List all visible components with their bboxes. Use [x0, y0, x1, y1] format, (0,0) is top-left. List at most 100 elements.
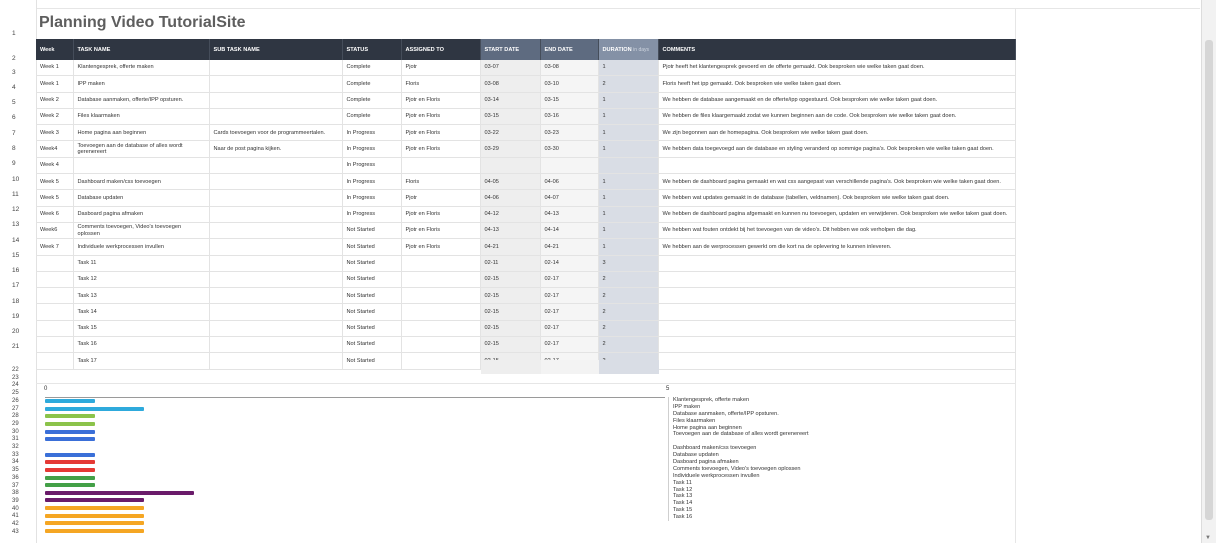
cell-sub-task[interactable]	[209, 303, 343, 321]
cell-sub-task[interactable]	[209, 60, 343, 77]
scrollbar-thumb[interactable]	[1205, 40, 1213, 520]
cell-task-name[interactable]: Comments toevoegen, Video's toevoegen op…	[73, 222, 210, 240]
chart-bar[interactable]	[45, 421, 95, 426]
cell-task-name[interactable]: Dashboard maken/css toevoegen	[73, 173, 210, 191]
cell-sub-task[interactable]: Naar de post pagina kijken.	[209, 140, 343, 158]
cell-comment[interactable]	[658, 303, 1016, 321]
cell-comment[interactable]	[658, 157, 1016, 175]
cell-start-date[interactable]: 04-05	[480, 173, 541, 191]
cell-duration[interactable]: 2	[598, 320, 659, 338]
vertical-scrollbar[interactable]: ▼	[1201, 0, 1216, 543]
cell-task-name[interactable]: IPP maken	[73, 75, 210, 93]
cell-start-date[interactable]: 02-15	[480, 287, 541, 305]
cell-task-name[interactable]: Task 13	[73, 287, 210, 305]
chart-bar[interactable]	[45, 399, 95, 403]
cell-duration[interactable]	[598, 157, 659, 175]
cell-comment[interactable]	[658, 352, 1016, 370]
chart-bar[interactable]	[45, 483, 95, 488]
cell-task-name[interactable]: Task 14	[73, 303, 210, 321]
cell-comment[interactable]	[658, 336, 1016, 354]
cell-task-name[interactable]: Database updaten	[73, 189, 210, 207]
chart-bar[interactable]	[45, 452, 95, 457]
cell-task-name[interactable]: Task 11	[73, 255, 210, 272]
cell-status[interactable]: Not Started	[342, 287, 402, 305]
cell-sub-task[interactable]	[209, 92, 343, 109]
cell-assigned-to[interactable]: Pjotr	[401, 60, 481, 77]
cell-status[interactable]: Not Started	[342, 238, 402, 256]
gantt-chart-area[interactable]	[36, 383, 1016, 544]
cell-end-date[interactable]	[540, 157, 599, 175]
header-sub-task-name[interactable]: SUB TASK NAME	[209, 39, 343, 60]
cell-sub-task[interactable]	[209, 222, 343, 240]
cell-week[interactable]	[36, 255, 74, 272]
cell-start-date[interactable]: 04-13	[480, 222, 541, 240]
cell-sub-task[interactable]	[209, 75, 343, 93]
cell-assigned-to[interactable]: Floris	[401, 173, 481, 191]
cell-duration[interactable]: 1	[598, 108, 659, 126]
cell-start-date[interactable]: 04-21	[480, 238, 541, 256]
cell-start-date[interactable]: 04-06	[480, 189, 541, 207]
cell-week[interactable]	[36, 271, 74, 289]
cell-start-date[interactable]	[480, 157, 541, 175]
cell-assigned-to[interactable]	[401, 157, 481, 175]
cell-assigned-to[interactable]: Pjotr en Floris	[401, 124, 481, 142]
cell-task-name[interactable]	[73, 157, 210, 175]
cell-week[interactable]: Week 7	[36, 238, 74, 256]
cell-week[interactable]: Week 1	[36, 75, 74, 93]
cell-week[interactable]: Week 4	[36, 157, 74, 175]
cell-week[interactable]: Week 1	[36, 60, 74, 77]
cell-end-date[interactable]: 04-21	[540, 238, 599, 256]
cell-status[interactable]: Not Started	[342, 255, 402, 272]
cell-start-date[interactable]: 03-29	[480, 140, 541, 158]
cell-end-date[interactable]: 02-17	[540, 336, 599, 354]
cell-duration[interactable]: 2	[598, 75, 659, 93]
cell-sub-task[interactable]	[209, 206, 343, 223]
cell-duration[interactable]: 1	[598, 92, 659, 109]
cell-duration[interactable]: 1	[598, 124, 659, 142]
chart-bar[interactable]	[45, 521, 145, 526]
empty-start-cell[interactable]	[481, 360, 541, 374]
cell-status[interactable]: Complete	[342, 108, 402, 126]
cell-status[interactable]: Not Started	[342, 336, 402, 354]
cell-sub-task[interactable]	[209, 352, 343, 370]
cell-comment[interactable]: We hebben aan de werprocessen gewerkt om…	[658, 238, 1016, 256]
cell-comment[interactable]	[658, 255, 1016, 272]
cell-start-date[interactable]: 03-22	[480, 124, 541, 142]
chart-bar[interactable]	[45, 513, 145, 518]
cell-week[interactable]: Week 2	[36, 92, 74, 109]
cell-duration[interactable]: 1	[598, 60, 659, 77]
cell-assigned-to[interactable]: Pjotr en Floris	[401, 140, 481, 158]
cell-task-name[interactable]: Task 15	[73, 320, 210, 338]
cell-end-date[interactable]: 03-08	[540, 60, 599, 77]
cell-comment[interactable]: We hebben wat updates gemaakt in de data…	[658, 189, 1016, 207]
cell-duration[interactable]: 3	[598, 255, 659, 272]
cell-comment[interactable]	[658, 271, 1016, 289]
cell-sub-task[interactable]	[209, 271, 343, 289]
cell-status[interactable]: In Progress	[342, 189, 402, 207]
cell-comment[interactable]	[658, 320, 1016, 338]
cell-status[interactable]: In Progress	[342, 173, 402, 191]
chart-bar[interactable]	[45, 437, 95, 442]
cell-end-date[interactable]: 04-14	[540, 222, 599, 240]
cell-start-date[interactable]: 03-08	[480, 75, 541, 93]
cell-end-date[interactable]: 02-17	[540, 287, 599, 305]
cell-end-date[interactable]: 03-15	[540, 92, 599, 109]
cell-assigned-to[interactable]	[401, 336, 481, 354]
cell-comment[interactable]: We hebben wat fouten ontdekt bij het toe…	[658, 222, 1016, 240]
cell-assigned-to[interactable]: Pjotr	[401, 189, 481, 207]
cell-week[interactable]: Week6	[36, 222, 74, 240]
cell-end-date[interactable]: 03-30	[540, 140, 599, 158]
cell-assigned-to[interactable]	[401, 271, 481, 289]
cell-week[interactable]: Week4	[36, 140, 74, 158]
cell-duration[interactable]: 1	[598, 222, 659, 240]
cell-status[interactable]: In Progress	[342, 157, 402, 175]
cell-assigned-to[interactable]: Pjotr en Floris	[401, 108, 481, 126]
row-number[interactable]: 23	[0, 375, 46, 381]
cell-end-date[interactable]: 02-14	[540, 255, 599, 272]
cell-assigned-to[interactable]: Floris	[401, 75, 481, 93]
cell-assigned-to[interactable]	[401, 352, 481, 370]
cell-week[interactable]	[36, 352, 74, 370]
cell-duration[interactable]: 1	[598, 189, 659, 207]
cell-sub-task[interactable]	[209, 157, 343, 175]
cell-status[interactable]: Complete	[342, 92, 402, 109]
